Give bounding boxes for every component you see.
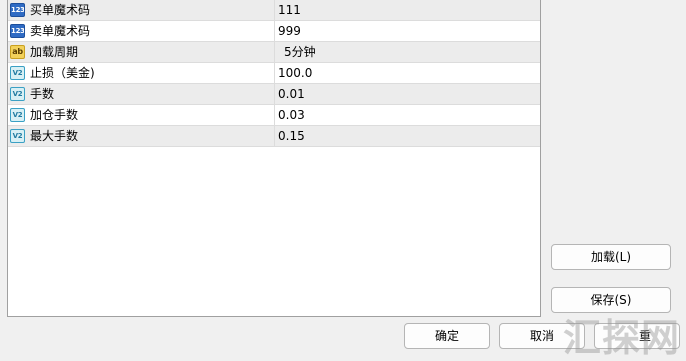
param-value[interactable]: 999 (278, 24, 301, 38)
param-value[interactable]: 5分钟 (284, 45, 316, 59)
param-name-cell: V2 加仓手数 (8, 105, 275, 125)
integer-type-icon: 123 (10, 24, 25, 38)
param-name-cell: 123 卖单魔术码 (8, 21, 275, 41)
param-row-load-period[interactable]: ab 加载周期 5分钟 (8, 42, 540, 63)
param-name: 手数 (30, 87, 55, 101)
param-value[interactable]: 111 (278, 3, 301, 17)
string-type-icon: ab (10, 45, 25, 59)
param-value[interactable]: 100.0 (278, 66, 312, 80)
double-type-icon: V2 (10, 87, 25, 101)
param-value[interactable]: 0.03 (278, 108, 305, 122)
param-name: 加仓手数 (30, 108, 79, 122)
param-row-buy-magic[interactable]: 123 买单魔术码 111 (8, 0, 540, 21)
param-row-sell-magic[interactable]: 123 卖单魔术码 999 (8, 21, 540, 42)
param-row-lots[interactable]: V2 手数 0.01 (8, 84, 540, 105)
param-name-cell: 123 买单魔术码 (8, 0, 275, 20)
param-name-cell: V2 止损（美金) (8, 63, 275, 83)
param-name-cell: V2 最大手数 (8, 126, 275, 146)
reset-button[interactable]: 重 (594, 323, 680, 349)
param-value[interactable]: 0.01 (278, 87, 305, 101)
ok-button[interactable]: 确定 (404, 323, 490, 349)
param-value[interactable]: 0.15 (278, 129, 305, 143)
save-button[interactable]: 保存(S) (551, 287, 671, 313)
param-row-stop-loss[interactable]: V2 止损（美金) 100.0 (8, 63, 540, 84)
param-name: 卖单魔术码 (30, 24, 91, 38)
param-name: 加载周期 (30, 45, 79, 59)
param-name-cell: V2 手数 (8, 84, 275, 104)
param-name: 止损（美金) (30, 66, 95, 80)
load-button[interactable]: 加载(L) (551, 244, 671, 270)
parameters-grid: 123 买单魔术码 111 123 卖单魔术码 999 ab 加载周期 5分钟 … (7, 0, 541, 317)
integer-type-icon: 123 (10, 3, 25, 17)
param-name: 买单魔术码 (30, 3, 91, 17)
param-row-max-lots[interactable]: V2 最大手数 0.15 (8, 126, 540, 147)
double-type-icon: V2 (10, 129, 25, 143)
double-type-icon: V2 (10, 66, 25, 80)
double-type-icon: V2 (10, 108, 25, 122)
param-name-cell: ab 加载周期 (8, 42, 275, 62)
param-row-add-lots[interactable]: V2 加仓手数 0.03 (8, 105, 540, 126)
cancel-button[interactable]: 取消 (499, 323, 585, 349)
param-name: 最大手数 (30, 129, 79, 143)
